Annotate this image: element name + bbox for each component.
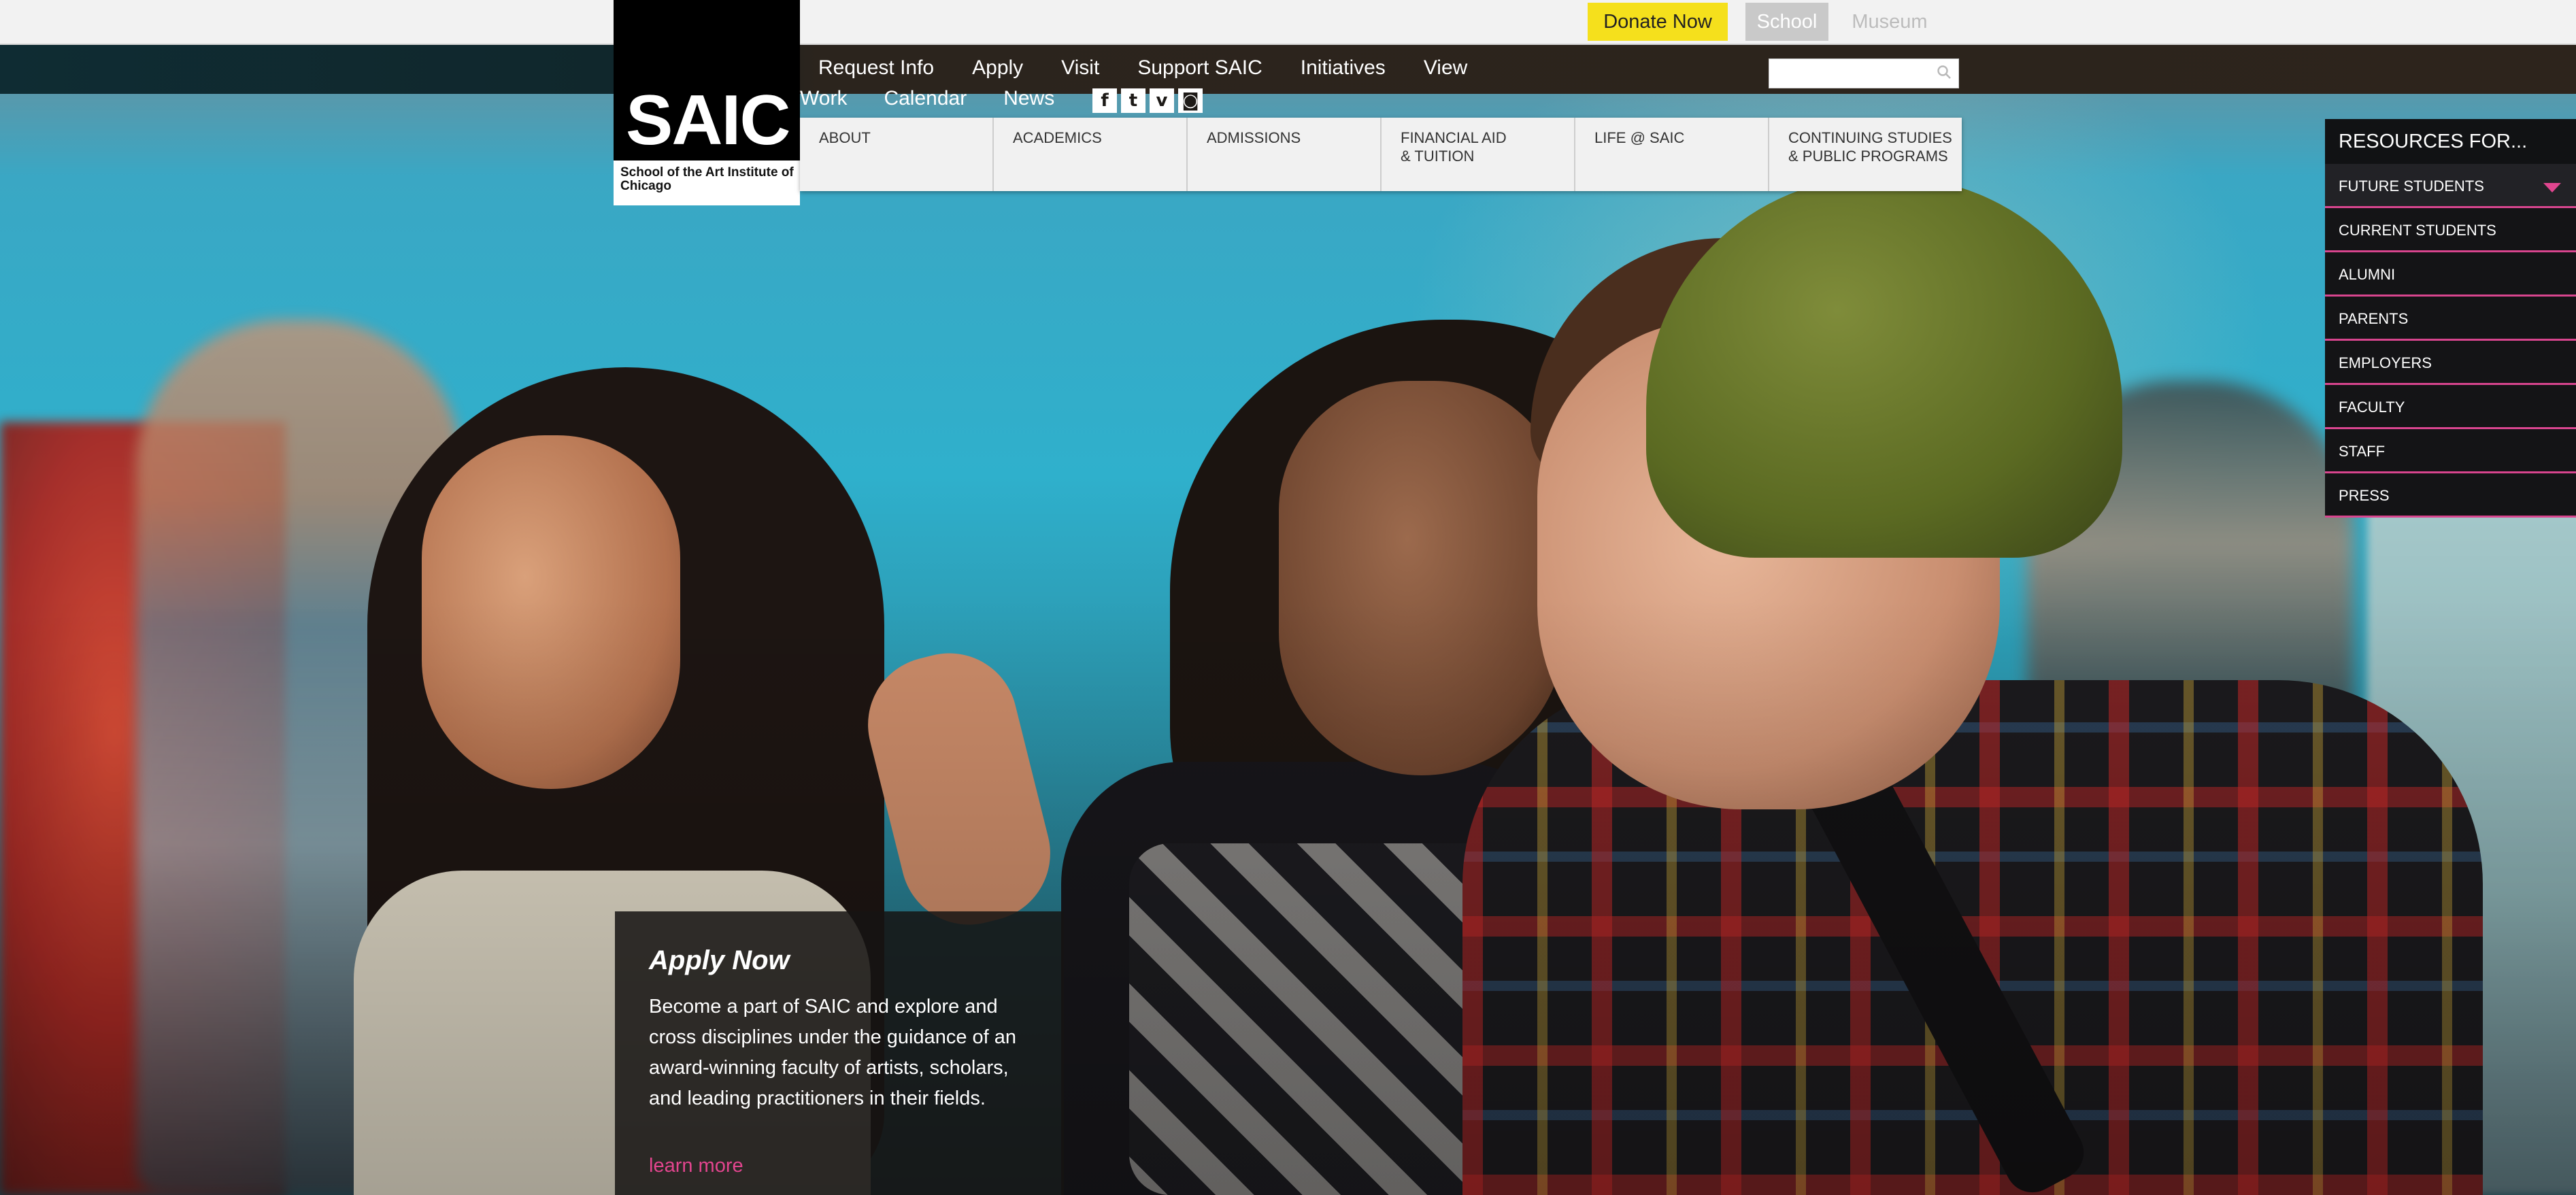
utility-bar (0, 0, 2576, 45)
instagram-icon[interactable]: ◙ (1178, 88, 1203, 113)
resource-parents[interactable]: PARENTS (2325, 297, 2576, 341)
resource-label: EMPLOYERS (2339, 354, 2432, 371)
resource-future-students[interactable]: FUTURE STUDENTS (2325, 164, 2576, 208)
menu-life-at-saic-label: LIFE @ SAIC (1594, 129, 1685, 146)
museum-tab[interactable]: Museum (1839, 3, 1940, 41)
resource-label: STAFF (2339, 443, 2386, 460)
apply-now-body: Become a part of SAIC and explore and cr… (649, 996, 1017, 1109)
logo-mark: SAIC (626, 81, 790, 160)
caret-down-icon (2543, 183, 2561, 192)
menu-academics-label: ACADEMICS (1013, 129, 1102, 146)
search-input[interactable] (1769, 58, 1959, 88)
menu-admissions-label: ADMISSIONS (1207, 129, 1301, 146)
saic-logo[interactable]: SAIC School of the Art Institute of Chic… (614, 0, 800, 205)
facebook-icon[interactable]: f (1092, 88, 1117, 113)
twitter-icon[interactable]: t (1121, 88, 1145, 113)
resource-press[interactable]: PRESS (2325, 473, 2576, 518)
nav-apply[interactable]: Apply (972, 56, 1023, 86)
resources-panel: RESOURCES FOR... FUTURE STUDENTS CURRENT… (2325, 119, 2576, 518)
resource-label: PARENTS (2339, 310, 2409, 327)
resource-label: FUTURE STUDENTS (2339, 178, 2484, 195)
nav-news[interactable]: News (1003, 87, 1054, 110)
resource-current-students[interactable]: CURRENT STUDENTS (2325, 208, 2576, 252)
resource-staff[interactable]: STAFF (2325, 429, 2576, 473)
nav-visit[interactable]: Visit (1061, 56, 1099, 86)
menu-financial-aid-label: FINANCIAL AID & TUITION (1401, 129, 1507, 165)
main-menu: ABOUT ACADEMICS ADMISSIONS FINANCIAL AID… (800, 118, 1962, 191)
menu-academics[interactable]: ACADEMICS (994, 118, 1188, 191)
nav-view[interactable]: View (1424, 56, 1467, 86)
apply-now-panel: Apply Now Become a part of SAIC and expl… (615, 911, 1064, 1195)
menu-admissions[interactable]: ADMISSIONS (1188, 118, 1382, 191)
nav-initiatives[interactable]: Initiatives (1301, 56, 1386, 86)
resource-faculty[interactable]: FACULTY (2325, 385, 2576, 429)
vimeo-icon[interactable]: v (1150, 88, 1174, 113)
menu-continuing-studies-label: CONTINUING STUDIES & PUBLIC PROGRAMS (1788, 129, 1952, 165)
resource-label: CURRENT STUDENTS (2339, 222, 2496, 239)
resources-title: RESOURCES FOR... (2325, 119, 2576, 164)
nav-request-info[interactable]: Request Info (818, 56, 934, 86)
primary-nav: Request Info Apply Visit Support SAIC In… (818, 56, 1467, 86)
menu-financial-aid[interactable]: FINANCIAL AID & TUITION (1382, 118, 1575, 191)
menu-about[interactable]: ABOUT (800, 118, 994, 191)
resource-label: FACULTY (2339, 399, 2405, 416)
nav-calendar[interactable]: Calendar (884, 87, 967, 110)
nav-work[interactable]: Work (800, 87, 847, 110)
donate-button[interactable]: Donate Now (1588, 3, 1728, 41)
menu-life-at-saic[interactable]: LIFE @ SAIC (1575, 118, 1769, 191)
search-icon[interactable] (1937, 65, 1952, 80)
resource-alumni[interactable]: ALUMNI (2325, 252, 2576, 297)
logo-subtitle-box: School of the Art Institute of Chicago (614, 161, 800, 205)
learn-more-link[interactable]: learn more (649, 1155, 743, 1177)
school-tab[interactable]: School (1745, 3, 1828, 41)
resource-label: ALUMNI (2339, 266, 2396, 283)
logo-subtitle: School of the Art Institute of Chicago (620, 165, 794, 193)
resource-label: PRESS (2339, 487, 2390, 504)
nav-support-saic[interactable]: Support SAIC (1137, 56, 1262, 86)
secondary-nav: Work Calendar News (800, 87, 1054, 110)
social-links: f t v ◙ (1092, 88, 1203, 113)
resource-employers[interactable]: EMPLOYERS (2325, 341, 2576, 385)
menu-about-label: ABOUT (819, 129, 871, 146)
menu-continuing-studies[interactable]: CONTINUING STUDIES & PUBLIC PROGRAMS (1769, 118, 1962, 191)
apply-now-title: Apply Now (649, 945, 790, 975)
